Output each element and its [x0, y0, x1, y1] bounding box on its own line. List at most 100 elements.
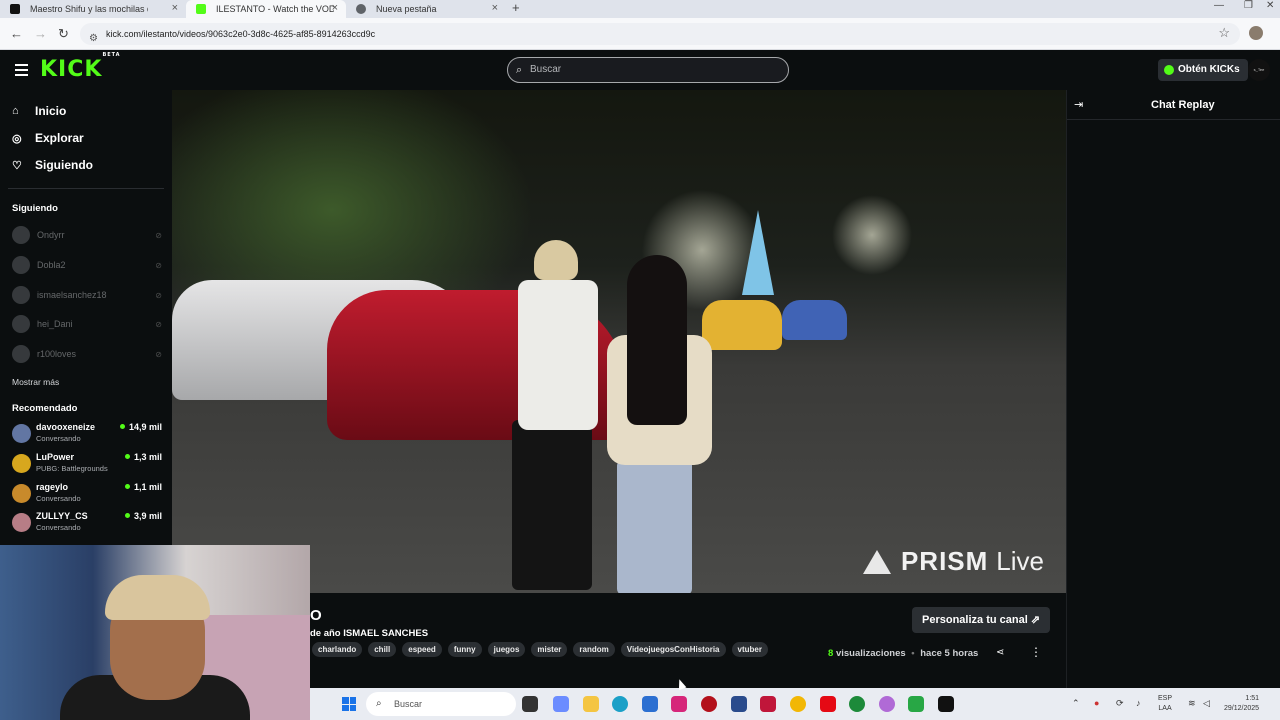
video-player[interactable]: PRISM Live: [172, 90, 1066, 593]
channel-category: PUBG: Battlegrounds: [36, 464, 108, 473]
reload-icon[interactable]: ↻: [58, 26, 69, 42]
user-avatar[interactable]: s_Tee: [1248, 59, 1270, 81]
tag[interactable]: chill: [368, 642, 397, 657]
kick-logo[interactable]: KICKBETA: [40, 52, 121, 82]
tag[interactable]: mister: [531, 642, 568, 657]
android-icon[interactable]: [908, 696, 924, 712]
upwork-icon[interactable]: [849, 696, 865, 712]
sidebar-divider: [8, 188, 164, 189]
taskbar-search[interactable]: ⌕ Buscar: [366, 692, 516, 716]
tray-expand-icon[interactable]: ⌃: [1072, 698, 1080, 709]
collapse-chat-icon[interactable]: ⇥: [1074, 98, 1083, 111]
video-info: O de año ISMAEL SANCHES charlando chill …: [310, 593, 1066, 688]
tag[interactable]: espeed: [402, 642, 442, 657]
share-icon[interactable]: ⋖: [996, 647, 1004, 658]
channel-name: Ondyrr: [37, 230, 65, 240]
forward-icon[interactable]: →: [34, 26, 47, 41]
sidebar-item-siguiendo[interactable]: ♡ Siguiendo: [12, 158, 93, 172]
person-man: [512, 240, 602, 590]
taskbar-search-placeholder: Buscar: [394, 699, 423, 709]
external-link-icon: ⇗: [1030, 614, 1041, 626]
restore-icon[interactable]: ❐: [1244, 0, 1253, 11]
tray-app-icon[interactable]: ●: [1094, 698, 1099, 708]
opera-icon[interactable]: [701, 696, 717, 712]
volume-icon[interactable]: ◁: [1203, 698, 1210, 709]
windows-start-icon[interactable]: [342, 697, 356, 711]
close-tab-icon[interactable]: ×: [492, 2, 498, 14]
tag[interactable]: VideojuegosConHistoria: [620, 642, 726, 657]
wifi-icon[interactable]: ≋: [1188, 698, 1196, 709]
get-kicks-label: Obtén KICKs: [1178, 64, 1240, 75]
minimize-icon[interactable]: —: [1214, 0, 1224, 11]
search-input[interactable]: ⌕ Buscar: [507, 57, 789, 83]
clock[interactable]: 1:51 29/12/2025: [1224, 694, 1259, 714]
get-kicks-button[interactable]: Obtén KICKs: [1158, 59, 1248, 81]
sidebar-item-inicio[interactable]: ⌂ Inicio: [12, 104, 66, 118]
netflix-icon[interactable]: [820, 696, 836, 712]
search-icon: ⌕: [376, 698, 382, 709]
avatar: [12, 345, 30, 363]
task-view-icon[interactable]: [522, 696, 538, 712]
back-icon[interactable]: ←: [10, 26, 23, 41]
customize-channel-button[interactable]: Personaliza tu canal ⇗: [912, 607, 1051, 633]
christmas-tree: [742, 210, 774, 295]
avatar: [12, 424, 31, 443]
recommended-channel[interactable]: davooxeneize Conversando 14,9 mil: [12, 422, 162, 448]
browser-tab-shifu[interactable]: Maestro Shifu y las mochilas de ×: [0, 0, 186, 18]
bookmark-star-icon[interactable]: ☆: [1218, 25, 1230, 41]
sidebar-item-explorar[interactable]: ◎ Explorar: [12, 131, 84, 145]
tiktok-icon[interactable]: [938, 696, 954, 712]
more-options-icon[interactable]: ⋮: [1030, 645, 1042, 659]
chrome-icon[interactable]: [790, 696, 806, 712]
compass-icon: ◎: [12, 132, 22, 145]
following-heading: Siguiendo: [12, 203, 58, 214]
language-code: ESP: [1158, 695, 1173, 702]
close-tab-icon[interactable]: ×: [332, 2, 338, 14]
tag[interactable]: random: [573, 642, 615, 657]
search-icon: ⌕: [516, 64, 523, 76]
following-channel[interactable]: hei_Dani ⊘: [12, 314, 162, 334]
tag[interactable]: juegos: [487, 642, 526, 657]
browser-tab-ilestanto[interactable]: ILESTANTO - Watch the VOD o ×: [186, 0, 346, 18]
tag[interactable]: charlando: [312, 642, 363, 657]
close-tab-icon[interactable]: ×: [172, 2, 178, 14]
channel-category: Conversando: [36, 494, 81, 503]
microphone-icon[interactable]: ♪: [1136, 698, 1141, 708]
language-indicator[interactable]: ESP LAA: [1158, 694, 1172, 714]
browser-tab-new[interactable]: Nueva pestaña ×: [346, 0, 506, 18]
offline-icon: ⊘: [155, 319, 162, 329]
watermark-suffix: Live: [996, 546, 1044, 576]
tag[interactable]: vtuber: [731, 642, 768, 657]
tab-label: Maestro Shifu y las mochilas de: [30, 4, 148, 14]
following-channel[interactable]: ismaelsanchez18 ⊘: [12, 285, 162, 305]
recommended-channel[interactable]: rageylo Conversando 1,1 mil: [12, 482, 162, 508]
menu-icon[interactable]: [15, 64, 28, 79]
avatar: [12, 226, 30, 244]
following-channel[interactable]: r100loves ⊘: [12, 344, 162, 364]
channel-name: r100loves: [37, 349, 77, 359]
copilot-icon[interactable]: [553, 696, 569, 712]
tray-sync-icon[interactable]: ⟳: [1116, 698, 1124, 709]
webcam-overlay: [0, 545, 310, 720]
edge-icon[interactable]: [612, 696, 628, 712]
instagram-icon[interactable]: [671, 696, 687, 712]
tag[interactable]: funny: [447, 642, 482, 657]
screen-recorder-icon[interactable]: [760, 696, 776, 712]
following-channel[interactable]: Dobla2 ⊘: [12, 255, 162, 275]
kick-app-icon[interactable]: [879, 696, 895, 712]
file-explorer-icon[interactable]: [583, 696, 599, 712]
recommended-channel[interactable]: ZULLYY_CS Conversando 3,9 mil: [12, 511, 162, 537]
recommended-channel[interactable]: LuPower PUBG: Battlegrounds 1,3 mil: [12, 452, 162, 478]
store-icon[interactable]: [642, 696, 658, 712]
avatar: [12, 286, 30, 304]
shield-icon[interactable]: [731, 696, 747, 712]
following-channel[interactable]: Ondyrr ⊘: [12, 225, 162, 245]
show-more-link[interactable]: Mostrar más: [12, 377, 59, 387]
profile-avatar[interactable]: [1249, 26, 1263, 40]
channel-category: Conversando: [36, 434, 81, 443]
channel-name: rageylo: [36, 482, 69, 492]
new-tab-button[interactable]: +: [512, 0, 520, 15]
site-info-icon[interactable]: ⚙: [89, 28, 98, 50]
close-window-icon[interactable]: ✕: [1266, 0, 1274, 11]
url-field[interactable]: ⚙ kick.com/ilestanto/videos/9063c2e0-3d8…: [80, 23, 1240, 45]
